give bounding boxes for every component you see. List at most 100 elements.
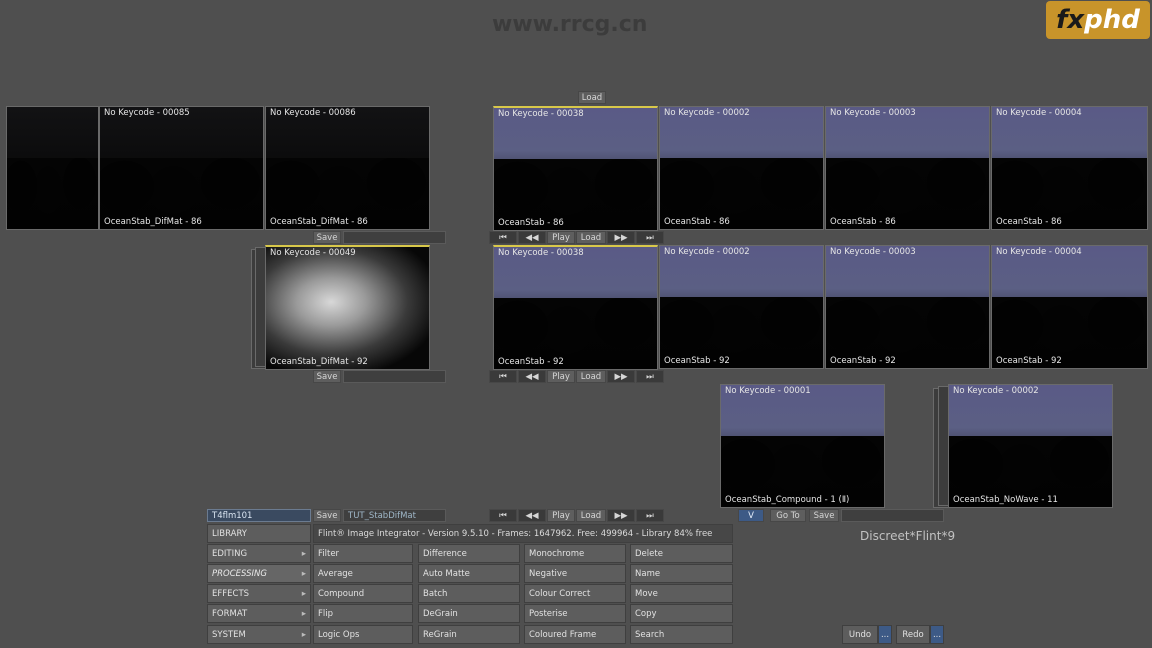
play-button-2[interactable]: Play xyxy=(547,370,575,383)
left-name-field-1[interactable] xyxy=(343,231,446,244)
func-search[interactable]: Search xyxy=(630,625,733,644)
thumb-clip-label: OceanStab - 92 xyxy=(498,357,564,367)
left-thumb-85[interactable]: No Keycode - 00085 OceanStab_DifMat - 86 xyxy=(99,106,264,230)
func-compound[interactable]: Compound xyxy=(313,584,413,603)
undo-button[interactable]: Undo xyxy=(842,625,878,644)
menu-label: FORMAT xyxy=(212,609,248,619)
fast-forward-button-3[interactable]: ▶▶ xyxy=(607,509,635,522)
goto-start-button-1[interactable]: ⏮ xyxy=(489,231,517,244)
goto-end-button-3[interactable]: ⏭ xyxy=(636,509,664,522)
right-thumb-r2-1[interactable]: No Keycode - 00038 OceanStab - 92 xyxy=(493,245,658,370)
chevron-right-icon: ▸ xyxy=(301,549,306,559)
right-thumb-r1-4[interactable]: No Keycode - 00004 OceanStab - 86 xyxy=(991,106,1148,230)
watermark-site: www.rrcg.cn xyxy=(492,12,648,37)
right-thumb-r1-2[interactable]: No Keycode - 00002 OceanStab - 86 xyxy=(659,106,824,230)
load-button-1[interactable]: Load xyxy=(576,231,606,244)
left-thumb-partial[interactable] xyxy=(6,106,99,230)
bottom-save-button[interactable]: Save xyxy=(313,509,341,522)
load-button-3[interactable]: Load xyxy=(576,509,606,522)
fxphd-logo: fxphd xyxy=(1046,1,1150,39)
menu-editing[interactable]: EDITING ▸ xyxy=(207,544,311,563)
rewind-button-3[interactable]: ◀◀ xyxy=(518,509,546,522)
menu-label: EFFECTS xyxy=(212,589,250,599)
left-save-button-1[interactable]: Save xyxy=(313,231,341,244)
func-negative[interactable]: Negative xyxy=(524,564,626,583)
clip-nowave[interactable]: No Keycode - 00002 OceanStab_NoWave - 11 xyxy=(948,384,1113,508)
thumb-clip-label: OceanStab - 92 xyxy=(830,356,896,366)
func-difference[interactable]: Difference xyxy=(418,544,520,563)
chevron-right-icon: ▸ xyxy=(301,589,306,599)
thumb-keycode: No Keycode - 00004 xyxy=(996,108,1082,118)
rewind-button-1[interactable]: ◀◀ xyxy=(518,231,546,244)
logo-part-b: phd xyxy=(1084,5,1140,35)
right-thumb-r2-2[interactable]: No Keycode - 00002 OceanStab - 92 xyxy=(659,245,824,369)
fast-forward-button-1[interactable]: ▶▶ xyxy=(607,231,635,244)
thumb-clip-label: OceanStab_DifMat - 86 xyxy=(104,217,202,227)
func-move[interactable]: Move xyxy=(630,584,733,603)
func-logic-ops[interactable]: Logic Ops xyxy=(313,625,413,644)
fast-forward-button-2[interactable]: ▶▶ xyxy=(607,370,635,383)
menu-effects[interactable]: EFFECTS ▸ xyxy=(207,584,311,603)
redo-options-button[interactable]: ... xyxy=(930,625,944,644)
right-thumb-r2-4[interactable]: No Keycode - 00004 OceanStab - 92 xyxy=(991,245,1148,369)
thumb-clip-label: OceanStab - 86 xyxy=(498,218,564,228)
right-thumb-r2-3[interactable]: No Keycode - 00003 OceanStab - 92 xyxy=(825,245,990,369)
func-filter[interactable]: Filter xyxy=(313,544,413,563)
thumb-clip-label: OceanStab - 86 xyxy=(664,217,730,227)
goto-start-button-2[interactable]: ⏮ xyxy=(489,370,517,383)
goto-button[interactable]: Go To xyxy=(770,509,806,522)
logo-part-a: fx xyxy=(1056,5,1085,35)
project-name-field[interactable]: T4flm101 xyxy=(207,509,311,522)
thumb-clip-label: OceanStab_DifMat - 86 xyxy=(270,217,368,227)
play-button-1[interactable]: Play xyxy=(547,231,575,244)
func-batch[interactable]: Batch xyxy=(418,584,520,603)
func-degrain[interactable]: DeGrain xyxy=(418,604,520,623)
bottom-clip-name-field[interactable]: TUT_StabDifMat xyxy=(343,509,446,522)
left-save-button-2[interactable]: Save xyxy=(313,370,341,383)
func-monochrome[interactable]: Monochrome xyxy=(524,544,626,563)
menu-label: EDITING xyxy=(212,549,248,559)
undo-options-button[interactable]: ... xyxy=(878,625,892,644)
rewind-button-2[interactable]: ◀◀ xyxy=(518,370,546,383)
func-average[interactable]: Average xyxy=(313,564,413,583)
func-copy[interactable]: Copy xyxy=(630,604,733,623)
status-bar: Flint® Image Integrator - Version 9.5.10… xyxy=(313,524,733,543)
left-name-field-2[interactable] xyxy=(343,370,446,383)
thumb-keycode: No Keycode - 00038 xyxy=(498,248,584,258)
func-auto-matte[interactable]: Auto Matte xyxy=(418,564,520,583)
thumb-clip-label: OceanStab - 86 xyxy=(996,217,1062,227)
brand-label: Discreet*Flint*9 xyxy=(860,529,956,543)
chevron-right-icon: ▸ xyxy=(301,569,306,579)
play-button-3[interactable]: Play xyxy=(547,509,575,522)
func-posterise[interactable]: Posterise xyxy=(524,604,626,623)
chevron-right-icon: ▸ xyxy=(301,630,306,640)
right-thumb-r1-3[interactable]: No Keycode - 00003 OceanStab - 86 xyxy=(825,106,990,230)
menu-format[interactable]: FORMAT ▸ xyxy=(207,604,311,623)
func-name[interactable]: Name xyxy=(630,564,733,583)
load-button-top[interactable]: Load xyxy=(578,91,606,104)
func-coloured-frame[interactable]: Coloured Frame xyxy=(524,625,626,644)
goto-start-button-3[interactable]: ⏮ xyxy=(489,509,517,522)
func-delete[interactable]: Delete xyxy=(630,544,733,563)
view-toggle-button[interactable]: V xyxy=(738,509,764,522)
thumb-clip-label: OceanStab - 86 xyxy=(830,217,896,227)
func-flip[interactable]: Flip xyxy=(313,604,413,623)
clip-compound[interactable]: No Keycode - 00001 OceanStab_Compound - … xyxy=(720,384,885,508)
menu-system[interactable]: SYSTEM ▸ xyxy=(207,625,311,644)
func-regrain[interactable]: ReGrain xyxy=(418,625,520,644)
goto-end-button-1[interactable]: ⏭ xyxy=(636,231,664,244)
chevron-right-icon: ▸ xyxy=(301,609,306,619)
right-thumb-r1-1[interactable]: No Keycode - 00038 OceanStab - 86 xyxy=(493,106,658,231)
func-colour-correct[interactable]: Colour Correct xyxy=(524,584,626,603)
redo-button[interactable]: Redo xyxy=(896,625,930,644)
menu-library[interactable]: LIBRARY xyxy=(207,524,311,543)
load-button-2[interactable]: Load xyxy=(576,370,606,383)
thumb-keycode: No Keycode - 00004 xyxy=(996,247,1082,257)
left-thumb-86[interactable]: No Keycode - 00086 OceanStab_DifMat - 86 xyxy=(265,106,430,230)
menu-processing[interactable]: PROCESSING ▸ xyxy=(207,564,311,583)
clip-name-field[interactable] xyxy=(841,509,944,522)
left-thumb-49[interactable]: No Keycode - 00049 OceanStab_DifMat - 92 xyxy=(265,245,430,370)
thumb-keycode: No Keycode - 00001 xyxy=(725,386,811,396)
clip-save-button[interactable]: Save xyxy=(809,509,839,522)
goto-end-button-2[interactable]: ⏭ xyxy=(636,370,664,383)
